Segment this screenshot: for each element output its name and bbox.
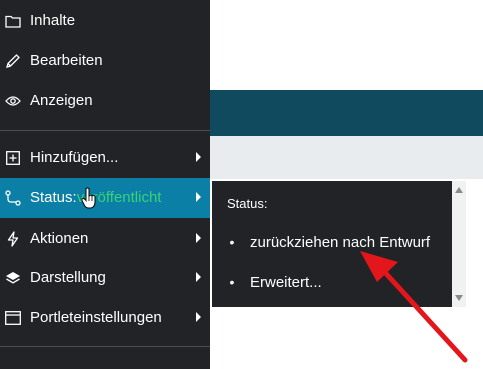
hand-cursor-icon [81, 187, 96, 209]
annotation-arrow-icon [360, 251, 468, 363]
